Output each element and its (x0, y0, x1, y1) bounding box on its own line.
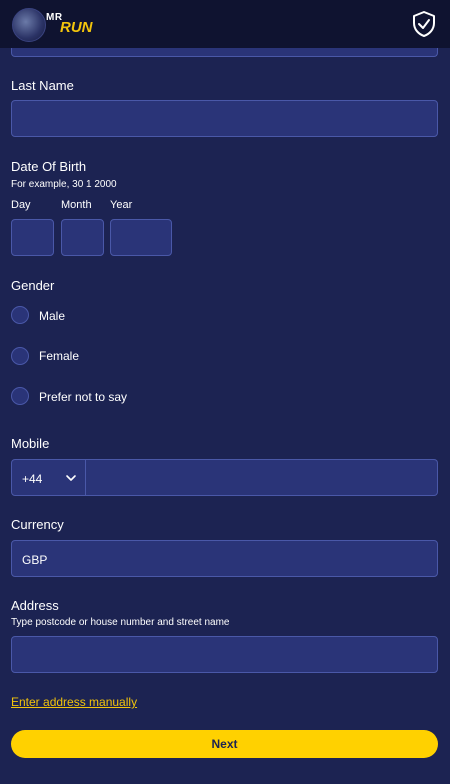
top-bar: MR RUN (0, 0, 450, 48)
gender-option-prefer-not[interactable]: Prefer not to say (39, 390, 127, 404)
gender-label: Gender (11, 278, 55, 293)
currency-value: GBP (22, 553, 48, 567)
dob-hint: For example, 30 1 2000 (11, 179, 117, 190)
gender-option-male[interactable]: Male (39, 309, 65, 323)
logo-text-main: RUN (60, 19, 93, 36)
dob-day-label: Day (11, 199, 31, 211)
gender-radio-male[interactable] (11, 306, 29, 324)
country-code-value: +44 (22, 472, 43, 486)
address-input[interactable] (11, 636, 438, 673)
dob-year-input[interactable] (110, 219, 172, 256)
last-name-label: Last Name (11, 78, 74, 93)
chevron-down-icon (66, 475, 76, 481)
mobile-label: Mobile (11, 436, 50, 451)
gender-radio-prefer-not[interactable] (11, 387, 29, 405)
logo-badge (12, 8, 46, 42)
dob-label: Date Of Birth (11, 159, 87, 174)
gender-option-female[interactable]: Female (39, 349, 79, 363)
logo[interactable]: MR RUN (12, 8, 98, 42)
mobile-number-input[interactable] (86, 459, 438, 496)
gender-radio-female[interactable] (11, 347, 29, 365)
currency-select[interactable]: GBP (11, 540, 438, 577)
last-name-field[interactable] (11, 100, 438, 137)
dob-year-label: Year (110, 199, 133, 211)
country-code-select[interactable]: +44 (11, 459, 86, 496)
next-button[interactable]: Next (11, 730, 438, 758)
dob-day-input[interactable] (11, 219, 54, 256)
enter-address-manually-link[interactable]: Enter address manually (11, 695, 137, 709)
dob-month-label: Month (61, 199, 92, 211)
currency-label: Currency (11, 517, 64, 532)
address-label: Address (11, 598, 59, 613)
dob-month-input[interactable] (61, 219, 104, 256)
address-hint: Type postcode or house number and street… (11, 617, 230, 628)
shield-check-icon[interactable] (412, 11, 436, 37)
